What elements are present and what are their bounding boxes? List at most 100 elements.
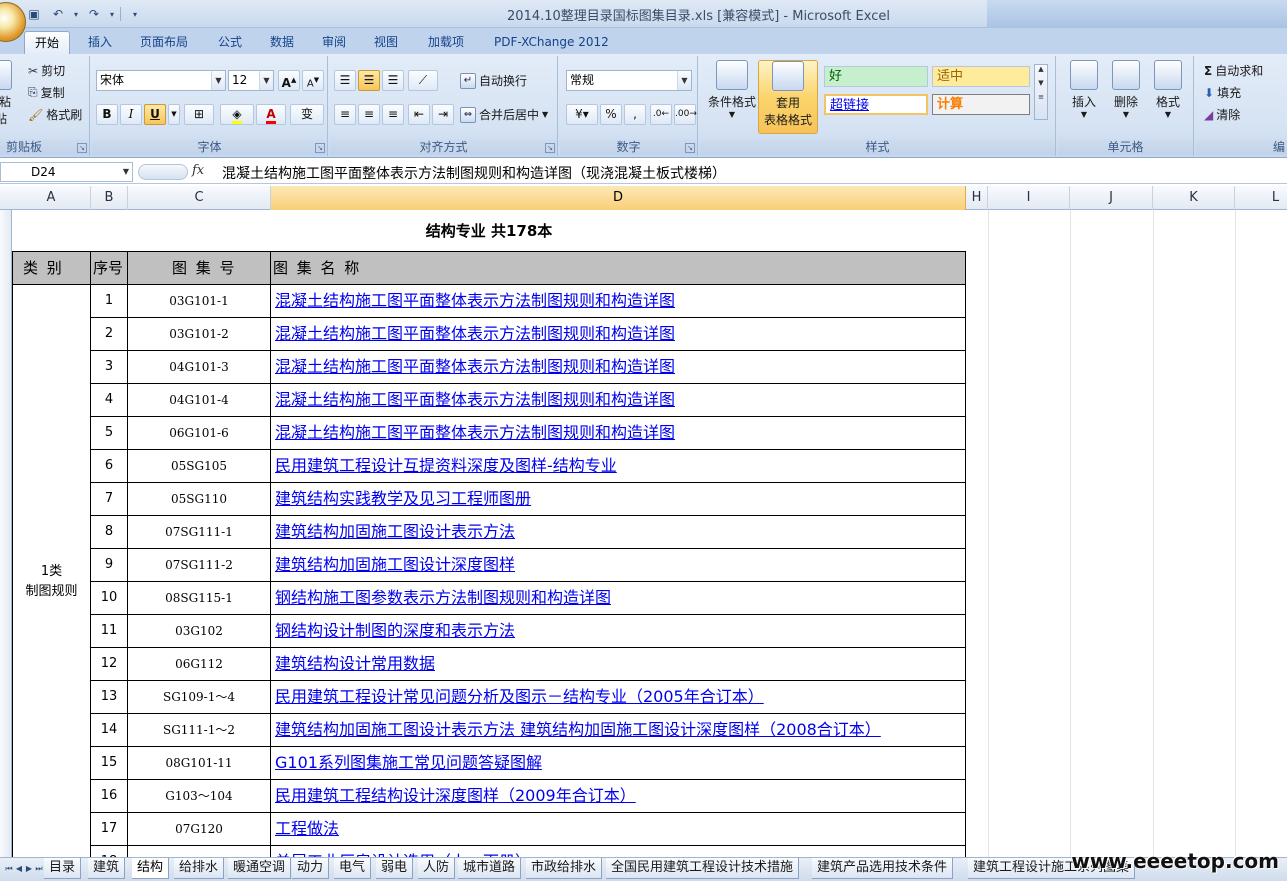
next-sheet-icon[interactable]: ▶	[24, 861, 34, 877]
fill-color-button[interactable]: ◈	[220, 104, 254, 125]
row-seq-cell[interactable]: 13	[91, 681, 128, 714]
format-as-table-button[interactable]: 套用 表格格式	[758, 60, 818, 134]
tab-insert[interactable]: 插入	[78, 31, 122, 54]
row-name-link[interactable]: 民用建筑工程设计常见问题分析及图示－结构专业（2005年合订本）	[271, 681, 966, 714]
column-header-j[interactable]: J	[1070, 186, 1153, 210]
chevron-down-icon[interactable]: ▼	[211, 71, 225, 90]
percent-button[interactable]: %	[600, 104, 622, 125]
styles-gallery-scroll[interactable]: ▲ ▼ ≡	[1034, 64, 1048, 120]
row-code-cell[interactable]: SG111-1～2	[128, 714, 271, 747]
underline-button[interactable]: U	[144, 104, 166, 125]
align-left-button[interactable]: ≡	[334, 104, 356, 125]
row-seq-cell[interactable]: 17	[91, 813, 128, 846]
row-code-cell[interactable]: 04G101-3	[128, 351, 271, 384]
style-hyperlink[interactable]: 超链接	[824, 94, 928, 115]
row-seq-cell[interactable]: 5	[91, 417, 128, 450]
chevron-down-icon[interactable]: ▼	[677, 71, 691, 90]
tab-page-layout[interactable]: 页面布局	[130, 31, 198, 54]
font-name-combo[interactable]: 宋体 ▼	[96, 70, 226, 91]
column-header-a[interactable]: A	[12, 186, 91, 210]
prev-sheet-icon[interactable]: ◀	[14, 861, 24, 877]
row-name-link[interactable]: 建筑结构实践教学及见习工程师图册	[271, 483, 966, 516]
style-calculation[interactable]: 计算	[932, 94, 1030, 115]
row-seq-cell[interactable]: 11	[91, 615, 128, 648]
column-header-d[interactable]: D	[271, 186, 966, 210]
header-code[interactable]: 图 集 号	[128, 251, 271, 285]
conditional-format-button[interactable]: 条件格式 ▼	[704, 60, 760, 119]
delete-cells-button[interactable]: 删除 ▼	[1106, 60, 1146, 119]
decrease-indent-button[interactable]: ⇤	[408, 104, 430, 125]
sheet-tab[interactable]: 目录	[44, 858, 82, 879]
sheet-tab[interactable]: 给排水	[174, 858, 225, 879]
category-cell[interactable]: 1类 制图规则	[12, 285, 91, 857]
cut-button[interactable]: ✂ 剪切	[28, 62, 65, 79]
comma-style-button[interactable]: ,	[624, 104, 646, 125]
align-bottom-button[interactable]: ☰	[382, 70, 404, 91]
row-name-link[interactable]: 钢结构设计制图的深度和表示方法	[271, 615, 966, 648]
align-top-button[interactable]: ☰	[334, 70, 356, 91]
row-name-link[interactable]: 钢结构施工图参数表示方法制图规则和构造详图	[271, 582, 966, 615]
sheet-tab[interactable]: 弱电	[376, 858, 414, 879]
align-right-button[interactable]: ≡	[382, 104, 404, 125]
row-name-link[interactable]: G101系列图集施工常见问题答疑图解	[271, 747, 966, 780]
chevron-down-icon[interactable]: ▼	[542, 110, 548, 119]
row-code-cell[interactable]: 03G101-2	[128, 318, 271, 351]
style-good[interactable]: 好	[824, 66, 928, 87]
row-code-cell[interactable]: 07SG111-2	[128, 549, 271, 582]
tab-pdf-xchange[interactable]: PDF-XChange 2012	[484, 31, 619, 54]
phonetic-button[interactable]: 变	[290, 104, 324, 125]
increase-indent-button[interactable]: ⇥	[432, 104, 454, 125]
style-neutral[interactable]: 适中	[932, 66, 1030, 87]
orientation-button[interactable]: ⟋	[408, 70, 438, 91]
wrap-text-button[interactable]: ↵ 自动换行	[460, 72, 527, 89]
sheet-tab[interactable]: 市政给排水	[526, 858, 603, 879]
sheet-tab[interactable]: 建筑产品选用技术条件	[812, 858, 954, 879]
row-seq-cell[interactable]: 8	[91, 516, 128, 549]
header-category[interactable]: 类 别	[12, 251, 91, 285]
row-seq-cell[interactable]: 15	[91, 747, 128, 780]
chevron-down-icon[interactable]: ▼	[123, 163, 129, 181]
row-seq-cell[interactable]: 4	[91, 384, 128, 417]
number-launcher-icon[interactable]: ↘	[685, 143, 695, 153]
decrease-decimal-button[interactable]: .00→	[674, 104, 697, 125]
row-name-link[interactable]: 混凝土结构施工图平面整体表示方法制图规则和构造详图	[271, 285, 966, 318]
increase-decimal-button[interactable]: .0←	[650, 104, 672, 125]
row-headers[interactable]	[0, 210, 12, 857]
underline-dropdown-icon[interactable]: ▼	[168, 104, 180, 125]
row-code-cell[interactable]: 08G101-11	[128, 747, 271, 780]
chevron-up-icon[interactable]: ▲	[1035, 65, 1047, 73]
font-launcher-icon[interactable]: ↘	[315, 143, 325, 153]
row-code-cell[interactable]: 06G101-6	[128, 417, 271, 450]
insert-cells-button[interactable]: 插入 ▼	[1064, 60, 1104, 119]
column-header-k[interactable]: K	[1153, 186, 1235, 210]
row-name-link[interactable]: 建筑结构加固施工图设计表示方法 建筑结构加固施工图设计深度图样（2008合订本）	[271, 714, 966, 747]
formula-content[interactable]: 混凝土结构施工图平面整体表示方法制图规则和构造详图（现浇混凝土板式楼梯）	[222, 163, 726, 183]
row-seq-cell[interactable]: 2	[91, 318, 128, 351]
last-sheet-icon[interactable]: ⏭	[34, 861, 44, 877]
chevron-down-icon[interactable]: ▼	[259, 71, 273, 90]
font-size-combo[interactable]: 12 ▼	[228, 70, 274, 91]
row-name-link[interactable]: 单层工业厂房设计选用（上、下册）	[271, 846, 966, 857]
currency-button[interactable]: ¥▾	[566, 104, 598, 125]
shrink-font-button[interactable]: A▼	[302, 70, 324, 91]
align-center-button[interactable]: ≡	[358, 104, 380, 125]
row-name-link[interactable]: 混凝土结构施工图平面整体表示方法制图规则和构造详图	[271, 417, 966, 450]
sheet-tab[interactable]: 电气	[334, 858, 372, 879]
insert-function-icon[interactable]: fx	[192, 163, 204, 178]
clear-button[interactable]: ◢ 清除	[1204, 106, 1240, 123]
tab-formulas[interactable]: 公式	[208, 31, 252, 54]
font-color-button[interactable]: A	[256, 104, 286, 125]
clipboard-launcher-icon[interactable]: ↘	[77, 143, 87, 153]
row-seq-cell[interactable]: 10	[91, 582, 128, 615]
chevron-down-icon[interactable]: ▼	[1035, 79, 1047, 87]
row-name-link[interactable]: 工程做法	[271, 813, 966, 846]
row-code-cell[interactable]: 03G102	[128, 615, 271, 648]
column-header-h[interactable]: H	[966, 186, 988, 210]
row-code-cell[interactable]: 05SG105	[128, 450, 271, 483]
column-header-c[interactable]: C	[128, 186, 271, 210]
row-code-cell[interactable]: 07SG111-1	[128, 516, 271, 549]
row-code-cell[interactable]: 07G120	[128, 813, 271, 846]
column-header-b[interactable]: B	[91, 186, 128, 210]
row-seq-cell[interactable]: 7	[91, 483, 128, 516]
row-code-cell[interactable]: 05SG...	[128, 846, 271, 857]
